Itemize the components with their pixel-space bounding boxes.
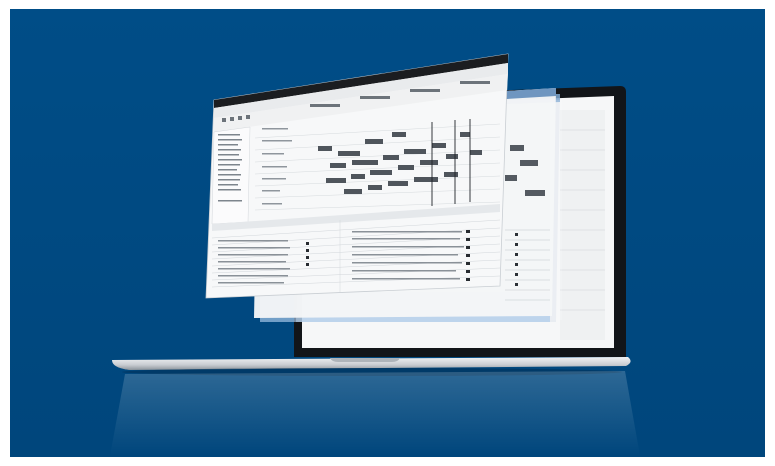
illustration-svg <box>0 0 775 466</box>
window-stack-glow <box>550 100 562 320</box>
promo-illustration <box>0 0 775 466</box>
left-tree-panel <box>211 126 251 225</box>
laptop-screen-content <box>560 110 605 340</box>
floor-reflection <box>110 371 640 456</box>
laptop-notch <box>330 358 400 362</box>
